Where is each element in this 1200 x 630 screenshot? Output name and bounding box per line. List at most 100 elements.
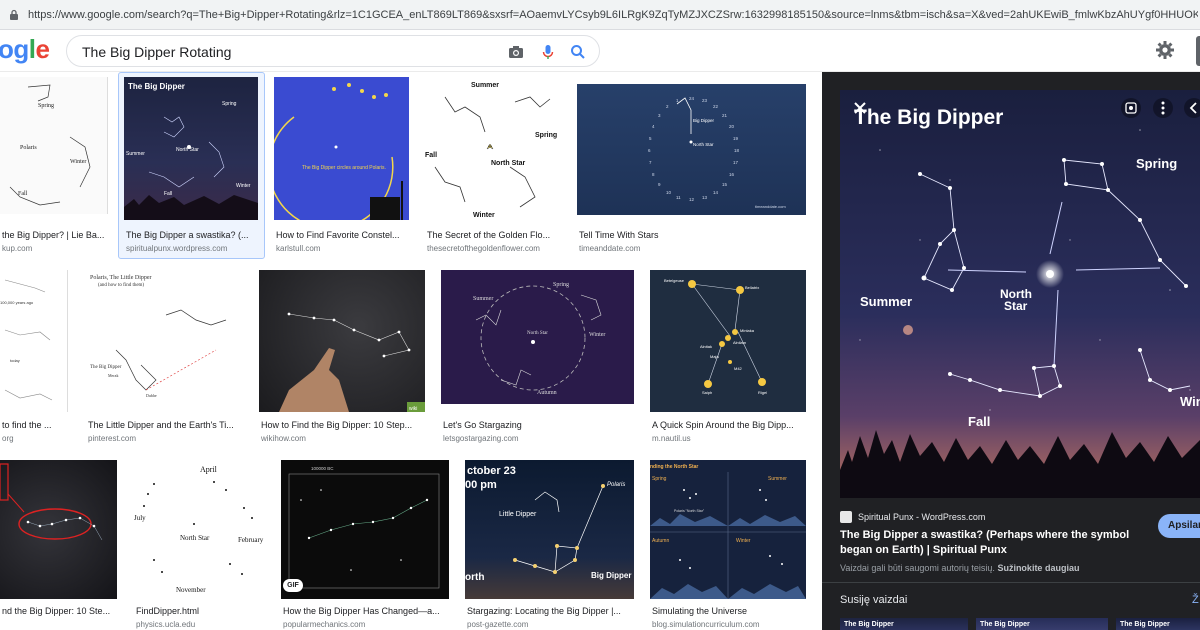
result-title[interactable]: How the Big Dipper Has Changed—a... [283,606,449,616]
image-result[interactable]: wiki How to Find the Big Dipper: 10 Step… [259,270,425,450]
preview-image[interactable]: The Big Dipper Spring Summer North Star … [840,90,1200,498]
result-title[interactable]: The Little Dipper and the Earth's Ti... [88,420,243,430]
image-preview-panel: The Big Dipper Spring Summer North Star … [822,72,1200,630]
related-thumbnail[interactable]: The Big Dipper [840,618,968,630]
image-result[interactable]: Polaris, The Little Dipper (and how to f… [86,270,244,450]
thumb-label: 100,000 years ago [0,300,34,305]
search-input[interactable] [82,42,482,62]
result-thumbnail[interactable]: Spring Polaris Winter Fall [0,77,108,214]
related-thumbnail[interactable]: The Big Dipper [1116,618,1200,630]
result-source: thesecretofthegoldenflower.com [427,244,540,253]
visit-button[interactable]: Apsilan [1158,514,1200,538]
lens-button[interactable] [1121,98,1141,118]
address-bar[interactable]: https://www.google.com/search?q=The+Big+… [0,0,1200,30]
account-avatar[interactable] [1196,36,1200,66]
result-thumbnail[interactable]: Big Dipper North Star 24 23 22 21 20 19 … [577,84,806,215]
result-title[interactable]: How to Find Favorite Constel... [276,230,408,240]
result-thumbnail[interactable]: nding the North Star Spring Summer Autum… [650,460,806,599]
little-dipper-sketch: Polaris, The Little Dipper (and how to f… [90,275,227,398]
result-thumbnail[interactable]: Summer Spring North Star Winter Fall [425,77,562,220]
result-title[interactable]: Let's Go Stargazing [443,420,633,430]
url-text[interactable]: https://www.google.com/search?q=The+Big+… [28,9,1198,21]
share-button[interactable] [1184,98,1200,118]
see-more-link[interactable]: Ž [1192,594,1199,606]
result-title[interactable]: Stargazing: Locating the Big Dipper |... [467,606,635,616]
related-thumbnail[interactable]: The Big Dipper [976,618,1108,630]
image-result[interactable]: nd the Big Dipper: 10 Ste... [0,460,118,630]
result-source: letsgostargazing.com [443,434,519,443]
result-title[interactable]: FindDipper.html [136,606,266,616]
thumb-label: Polaris "North Star" [674,509,705,513]
result-title[interactable]: nd the Big Dipper: 10 Ste... [2,606,118,616]
thumb-label: Winter [473,212,495,219]
search-icon[interactable] [569,43,587,61]
close-icon[interactable] [852,100,868,116]
result-thumbnail[interactable]: 100,000 years ago today [0,270,68,412]
microphone-icon[interactable] [539,43,557,61]
google-logo[interactable]: ogle [0,34,50,65]
watermark: wiki [409,406,417,412]
result-title[interactable]: to find the ... [2,420,68,430]
result-title[interactable]: How to Find the Big Dipper: 10 Step... [261,420,425,430]
image-result[interactable]: Big Dipper North Star 24 23 22 21 20 19 … [577,84,806,264]
result-thumbnail[interactable]: 100000 BC [281,460,449,599]
lens-icon [1125,102,1137,114]
image-result[interactable]: 100,000 years ago today to find the ... … [0,270,70,450]
thumb-label: Spring [553,282,569,288]
thumb-label: Fall [425,152,437,159]
source-row[interactable]: Spiritual Punx - WordPress.com [840,510,985,524]
result-thumbnail[interactable]: Polaris, The Little Dipper (and how to f… [86,270,243,412]
result-thumbnail[interactable]: wiki [259,270,425,412]
clock-numeral: 21 [722,113,728,118]
thumb-label: 100000 BC [311,466,334,471]
camera-icon[interactable] [507,43,525,61]
result-thumbnail[interactable]: ctober 23 00 pm Polaris Little Dipper Bi… [465,460,634,599]
result-title[interactable]: The Secret of the Golden Flo... [427,230,561,240]
image-result[interactable]: Summer Spring North Star Winter Fall The… [425,77,562,257]
result-title[interactable]: A Quick Spin Around the Big Dipp... [652,420,806,430]
image-result-selected[interactable]: The Big Dipper Spring Summer North Star … [124,77,260,257]
thumb-label: The Big Dipper [128,82,185,91]
image-result[interactable]: Summer Spring North Star Winter Autumn L… [441,270,634,450]
sketch-label: Spring [38,103,54,109]
learn-more-link[interactable]: Sužinokite daugiau [997,563,1079,573]
clock-numeral: 20 [729,124,735,129]
image-caption: Win [1180,394,1200,409]
result-thumbnail[interactable]: April July North Star February November [134,460,265,599]
image-result[interactable]: April July North Star February November … [134,460,266,630]
site-favicon [840,511,852,523]
result-source: wikihow.com [261,434,306,443]
image-result[interactable]: 100000 BC How the Big Dipper Has Changed… [281,460,450,630]
result-source: blog.simulationcurriculum.com [652,620,760,629]
result-thumbnail[interactable]: The Big Dipper Spring Summer North Star … [124,77,258,220]
image-result[interactable]: nding the North Star Spring Summer Autum… [650,460,807,630]
gear-icon[interactable] [1155,40,1175,60]
preview-title[interactable]: The Big Dipper a swastika? (Perhaps wher… [840,528,1140,558]
sketch-label: Fall [18,191,28,197]
result-source: post-gazette.com [467,620,529,629]
result-title[interactable]: Simulating the Universe [652,606,806,616]
source-name[interactable]: Spiritual Punx - WordPress.com [858,512,985,522]
thumb-label: Bellatrix [745,285,759,290]
image-result[interactable]: ctober 23 00 pm Polaris Little Dipper Bi… [465,460,635,630]
result-source: m.nautil.us [652,434,691,443]
logo-letter: e [35,34,50,64]
result-source: kup.com [2,244,33,253]
result-thumbnail[interactable]: Summer Spring North Star Winter Autumn [441,270,634,404]
image-result[interactable]: The Big Dipper circles around Polaris. H… [274,77,410,257]
image-result[interactable]: Betelgeuse Bellatrix Mintaka Alnilam Aln… [650,270,807,450]
result-thumbnail[interactable]: The Big Dipper circles around Polaris. [274,77,409,220]
thumb-label: orth [465,572,484,583]
result-title[interactable]: Tell Time With Stars [579,230,805,240]
image-result[interactable]: Spring Polaris Winter Fall the Big Dippe… [0,77,108,257]
thumb-label: M42 [734,366,743,371]
result-title[interactable]: the Big Dipper? | Lie Ba... [2,230,106,240]
thumb-label: North Star [491,160,526,167]
result-thumbnail[interactable]: Betelgeuse Bellatrix Mintaka Alnilam Aln… [650,270,806,412]
result-title[interactable]: The Big Dipper a swastika? (... [126,230,258,240]
star-field-gif-image: 100000 BC [288,466,440,589]
result-thumbnail[interactable] [0,460,117,599]
thumb-label: Rigel [758,390,767,395]
clock-numeral: 17 [733,160,739,165]
more-options-button[interactable] [1153,98,1173,118]
